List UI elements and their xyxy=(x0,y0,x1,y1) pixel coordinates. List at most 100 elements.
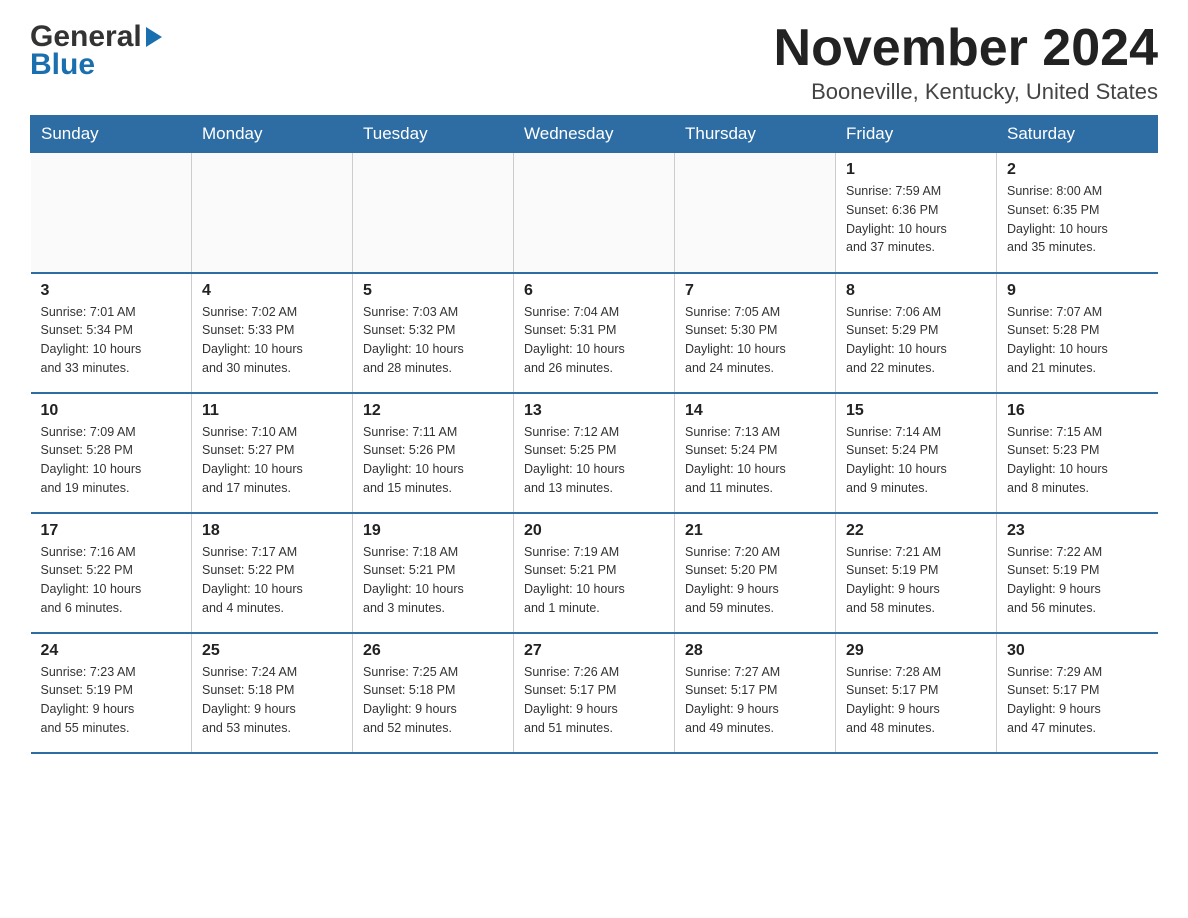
day-number: 11 xyxy=(202,402,342,420)
calendar-cell: 29 Sunrise: 7:28 AM Sunset: 5:17 PM Dayli… xyxy=(836,633,997,753)
calendar-cell: 25 Sunrise: 7:24 AM Sunset: 5:18 PM Dayli… xyxy=(192,633,353,753)
calendar-cell: 23 Sunrise: 7:22 AM Sunset: 5:19 PM Dayli… xyxy=(997,513,1158,633)
day-info: Sunrise: 7:21 AM Sunset: 5:19 PM Dayligh… xyxy=(846,543,986,618)
day-number: 16 xyxy=(1007,402,1148,420)
day-info: Sunrise: 7:16 AM Sunset: 5:22 PM Dayligh… xyxy=(41,543,182,618)
day-info: Sunrise: 7:05 AM Sunset: 5:30 PM Dayligh… xyxy=(685,303,825,378)
calendar-cell: 1 Sunrise: 7:59 AM Sunset: 6:36 PM Daylig… xyxy=(836,153,997,273)
calendar-cell: 30Sunrise: 7:29 AM Sunset: 5:17 PM Dayli… xyxy=(997,633,1158,753)
day-number: 4 xyxy=(202,282,342,300)
week-row-1: 1 Sunrise: 7:59 AM Sunset: 6:36 PM Daylig… xyxy=(31,153,1158,273)
page-title: November 2024 xyxy=(774,20,1158,77)
page-subtitle: Booneville, Kentucky, United States xyxy=(774,79,1158,105)
calendar-cell: 28 Sunrise: 7:27 AM Sunset: 5:17 PM Dayli… xyxy=(675,633,836,753)
calendar-cell: 9Sunrise: 7:07 AM Sunset: 5:28 PM Daylig… xyxy=(997,273,1158,393)
week-row-2: 3 Sunrise: 7:01 AM Sunset: 5:34 PM Daylig… xyxy=(31,273,1158,393)
calendar-cell: 16 Sunrise: 7:15 AM Sunset: 5:23 PM Dayli… xyxy=(997,393,1158,513)
day-number: 21 xyxy=(685,522,825,540)
day-number: 1 xyxy=(846,161,986,179)
day-number: 22 xyxy=(846,522,986,540)
calendar-cell: 6Sunrise: 7:04 AM Sunset: 5:31 PM Daylig… xyxy=(514,273,675,393)
day-number: 26 xyxy=(363,642,503,660)
day-number: 5 xyxy=(363,282,503,300)
calendar-cell xyxy=(31,153,192,273)
day-number: 12 xyxy=(363,402,503,420)
day-number: 29 xyxy=(846,642,986,660)
day-number: 3 xyxy=(41,282,182,300)
day-info: Sunrise: 7:23 AM Sunset: 5:19 PM Dayligh… xyxy=(41,663,182,738)
week-row-4: 17 Sunrise: 7:16 AM Sunset: 5:22 PM Dayli… xyxy=(31,513,1158,633)
day-info: Sunrise: 7:27 AM Sunset: 5:17 PM Dayligh… xyxy=(685,663,825,738)
day-number: 27 xyxy=(524,642,664,660)
weekday-friday: Friday xyxy=(836,116,997,153)
day-info: Sunrise: 7:28 AM Sunset: 5:17 PM Dayligh… xyxy=(846,663,986,738)
day-number: 17 xyxy=(41,522,182,540)
calendar-cell xyxy=(353,153,514,273)
calendar-cell xyxy=(514,153,675,273)
day-info: Sunrise: 7:13 AM Sunset: 5:24 PM Dayligh… xyxy=(685,423,825,498)
calendar-cell: 3 Sunrise: 7:01 AM Sunset: 5:34 PM Daylig… xyxy=(31,273,192,393)
calendar-cell: 4 Sunrise: 7:02 AM Sunset: 5:33 PM Daylig… xyxy=(192,273,353,393)
day-number: 13 xyxy=(524,402,664,420)
calendar-cell: 8Sunrise: 7:06 AM Sunset: 5:29 PM Daylig… xyxy=(836,273,997,393)
day-number: 15 xyxy=(846,402,986,420)
calendar-cell xyxy=(192,153,353,273)
calendar-cell: 11 Sunrise: 7:10 AM Sunset: 5:27 PM Dayli… xyxy=(192,393,353,513)
calendar-cell: 17 Sunrise: 7:16 AM Sunset: 5:22 PM Dayli… xyxy=(31,513,192,633)
calendar-cell: 26 Sunrise: 7:25 AM Sunset: 5:18 PM Dayli… xyxy=(353,633,514,753)
title-section: November 2024 Booneville, Kentucky, Unit… xyxy=(774,20,1158,105)
day-info: Sunrise: 7:26 AM Sunset: 5:17 PM Dayligh… xyxy=(524,663,664,738)
day-number: 2 xyxy=(1007,161,1148,179)
day-info: Sunrise: 7:14 AM Sunset: 5:24 PM Dayligh… xyxy=(846,423,986,498)
calendar-header: SundayMondayTuesdayWednesdayThursdayFrid… xyxy=(31,116,1158,153)
day-info: Sunrise: 7:07 AM Sunset: 5:28 PM Dayligh… xyxy=(1007,303,1148,378)
calendar-cell: 27 Sunrise: 7:26 AM Sunset: 5:17 PM Dayli… xyxy=(514,633,675,753)
day-info: Sunrise: 7:24 AM Sunset: 5:18 PM Dayligh… xyxy=(202,663,342,738)
week-row-3: 10 Sunrise: 7:09 AM Sunset: 5:28 PM Dayli… xyxy=(31,393,1158,513)
weekday-monday: Monday xyxy=(192,116,353,153)
calendar-cell xyxy=(675,153,836,273)
weekday-thursday: Thursday xyxy=(675,116,836,153)
day-number: 19 xyxy=(363,522,503,540)
calendar-cell: 18 Sunrise: 7:17 AM Sunset: 5:22 PM Dayli… xyxy=(192,513,353,633)
calendar-cell: 21 Sunrise: 7:20 AM Sunset: 5:20 PM Dayli… xyxy=(675,513,836,633)
weekday-header-row: SundayMondayTuesdayWednesdayThursdayFrid… xyxy=(31,116,1158,153)
logo-line2: Blue xyxy=(30,48,95,82)
day-info: Sunrise: 7:10 AM Sunset: 5:27 PM Dayligh… xyxy=(202,423,342,498)
day-info: Sunrise: 7:04 AM Sunset: 5:31 PM Dayligh… xyxy=(524,303,664,378)
day-number: 23 xyxy=(1007,522,1148,540)
day-number: 24 xyxy=(41,642,182,660)
weekday-saturday: Saturday xyxy=(997,116,1158,153)
day-number: 10 xyxy=(41,402,182,420)
day-number: 20 xyxy=(524,522,664,540)
day-number: 18 xyxy=(202,522,342,540)
day-info: Sunrise: 7:59 AM Sunset: 6:36 PM Dayligh… xyxy=(846,182,986,257)
calendar-cell: 20Sunrise: 7:19 AM Sunset: 5:21 PM Dayli… xyxy=(514,513,675,633)
calendar-cell: 22 Sunrise: 7:21 AM Sunset: 5:19 PM Dayli… xyxy=(836,513,997,633)
day-info: Sunrise: 7:18 AM Sunset: 5:21 PM Dayligh… xyxy=(363,543,503,618)
day-number: 25 xyxy=(202,642,342,660)
calendar-cell: 14Sunrise: 7:13 AM Sunset: 5:24 PM Dayli… xyxy=(675,393,836,513)
weekday-tuesday: Tuesday xyxy=(353,116,514,153)
day-number: 7 xyxy=(685,282,825,300)
calendar-cell: 24 Sunrise: 7:23 AM Sunset: 5:19 PM Dayli… xyxy=(31,633,192,753)
calendar-cell: 7 Sunrise: 7:05 AM Sunset: 5:30 PM Daylig… xyxy=(675,273,836,393)
day-info: Sunrise: 7:25 AM Sunset: 5:18 PM Dayligh… xyxy=(363,663,503,738)
day-info: Sunrise: 7:09 AM Sunset: 5:28 PM Dayligh… xyxy=(41,423,182,498)
calendar-cell: 10 Sunrise: 7:09 AM Sunset: 5:28 PM Dayli… xyxy=(31,393,192,513)
calendar-cell: 15 Sunrise: 7:14 AM Sunset: 5:24 PM Dayli… xyxy=(836,393,997,513)
day-info: Sunrise: 7:20 AM Sunset: 5:20 PM Dayligh… xyxy=(685,543,825,618)
calendar-cell: 2Sunrise: 8:00 AM Sunset: 6:35 PM Daylig… xyxy=(997,153,1158,273)
day-info: Sunrise: 7:02 AM Sunset: 5:33 PM Dayligh… xyxy=(202,303,342,378)
calendar-cell: 13Sunrise: 7:12 AM Sunset: 5:25 PM Dayli… xyxy=(514,393,675,513)
page-header: General Blue November 2024 Booneville, K… xyxy=(30,20,1158,105)
day-info: Sunrise: 7:22 AM Sunset: 5:19 PM Dayligh… xyxy=(1007,543,1148,618)
calendar-cell: 12Sunrise: 7:11 AM Sunset: 5:26 PM Dayli… xyxy=(353,393,514,513)
calendar-body: 1 Sunrise: 7:59 AM Sunset: 6:36 PM Daylig… xyxy=(31,153,1158,753)
day-info: Sunrise: 7:06 AM Sunset: 5:29 PM Dayligh… xyxy=(846,303,986,378)
day-info: Sunrise: 7:15 AM Sunset: 5:23 PM Dayligh… xyxy=(1007,423,1148,498)
day-info: Sunrise: 7:17 AM Sunset: 5:22 PM Dayligh… xyxy=(202,543,342,618)
day-number: 28 xyxy=(685,642,825,660)
weekday-wednesday: Wednesday xyxy=(514,116,675,153)
day-info: Sunrise: 7:01 AM Sunset: 5:34 PM Dayligh… xyxy=(41,303,182,378)
